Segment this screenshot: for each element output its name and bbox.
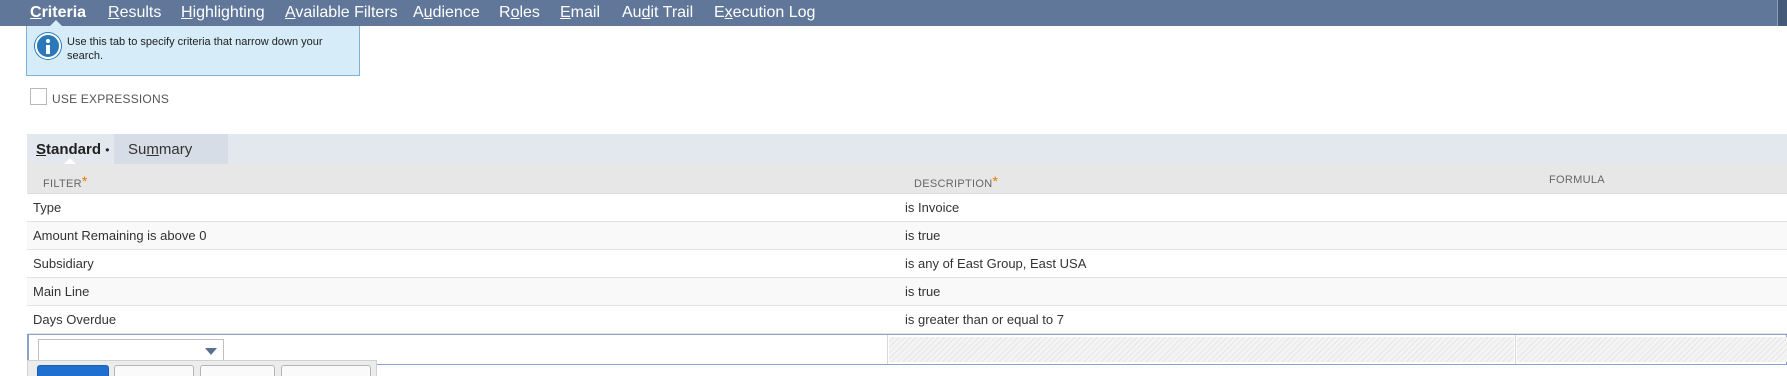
grid-header: FILTER* DESCRIPTION* FORMULA (27, 164, 1787, 194)
info-message-text: Use this tab to specify criteria that na… (67, 36, 323, 62)
tab-available-filters-accesskey: A (285, 4, 296, 21)
info-message: Use this tab to specify criteria that na… (26, 26, 360, 76)
description-cell: is true (905, 228, 941, 243)
column-header-description: DESCRIPTION* (914, 173, 999, 190)
subtab-summary-label: mary (158, 141, 193, 158)
tab-execution-log-label: ecution Log (732, 4, 816, 21)
column-header-formula-label: FORMULA (1549, 174, 1605, 186)
required-marker: * (81, 173, 88, 189)
tab-audience-pre: A (413, 4, 424, 21)
tab-email-accesskey: E (560, 4, 571, 21)
action-button[interactable] (200, 365, 275, 376)
action-button[interactable] (114, 365, 194, 376)
tab-audience-accesskey: u (423, 4, 433, 21)
top-tab-bar: Criteria Results Highlighting Available … (0, 0, 1787, 26)
use-expressions-label: USE EXPRESSIONS (52, 92, 170, 106)
tab-highlighting-label: ighlighting (192, 4, 265, 21)
table-row[interactable]: Main Line is true (27, 278, 1787, 306)
column-divider (1515, 335, 1516, 364)
tab-criteria-label: riteria (41, 4, 87, 21)
tab-execution-log[interactable]: Execution Log (714, 4, 815, 22)
column-header-filter-label: FILTER (43, 178, 82, 190)
table-row[interactable]: Subsidiary is any of East Group, East US… (27, 250, 1787, 278)
filter-cell: Subsidiary (33, 256, 94, 271)
tab-roles[interactable]: Roles (499, 4, 540, 22)
subtab-summary-accesskey: m (146, 141, 159, 158)
filter-cell: Type (33, 200, 62, 215)
criteria-grid: FILTER* DESCRIPTION* FORMULA Type is Inv… (27, 164, 1787, 365)
description-cell: is greater than or equal to 7 (905, 312, 1064, 327)
subtab-standard-accesskey: S (36, 141, 47, 158)
tab-highlighting-accesskey: H (181, 4, 193, 21)
tab-results[interactable]: Results (108, 4, 161, 22)
tab-audience-label: dience (432, 4, 480, 21)
tab-email-label: mail (570, 4, 601, 21)
filter-cell: Main Line (33, 284, 90, 299)
subtab-standard-dot: • (105, 143, 110, 157)
tab-audit-trail[interactable]: Audit Trail (622, 4, 693, 22)
column-header-description-label: DESCRIPTION (914, 178, 993, 190)
subtab-standard[interactable]: Standard • (36, 141, 109, 158)
description-cell-disabled (889, 337, 1514, 362)
chevron-down-icon[interactable] (205, 348, 217, 355)
column-header-formula: FORMULA (1549, 174, 1605, 186)
tab-results-label: esults (119, 4, 162, 21)
tab-email[interactable]: Email (560, 4, 600, 22)
description-cell: is true (905, 284, 941, 299)
use-expressions-checkbox[interactable] (30, 88, 47, 105)
tab-available-filters-label: vailable Filters (295, 4, 398, 21)
column-divider (887, 335, 888, 364)
tab-audience[interactable]: Audience (413, 4, 480, 22)
tab-roles-pre: R (499, 4, 511, 21)
description-cell: is any of East Group, East USA (905, 256, 1087, 271)
tab-criteria-accesskey: C (30, 4, 42, 21)
grid-button-row (27, 360, 377, 376)
filter-cell: Days Overdue (33, 312, 117, 327)
formula-cell-disabled (1517, 337, 1787, 362)
table-row[interactable]: Amount Remaining is above 0 is true (27, 222, 1787, 250)
filter-select[interactable] (38, 339, 224, 362)
tab-audit-trail-label: it Trail (650, 4, 694, 21)
subtab-standard-label: tandard (46, 141, 102, 158)
tab-available-filters[interactable]: Available Filters (285, 4, 398, 22)
tab-results-accesskey: R (108, 4, 120, 21)
info-icon (35, 33, 61, 59)
tab-execution-log-accesskey: x (724, 4, 733, 21)
subtab-summary[interactable]: Summary (128, 141, 192, 158)
tab-audit-trail-pre: Au (622, 4, 642, 21)
column-header-filter: FILTER* (43, 173, 88, 190)
tab-highlighting[interactable]: Highlighting (181, 4, 265, 22)
filter-cell: Amount Remaining is above 0 (33, 228, 207, 243)
required-marker: * (992, 173, 999, 189)
panel-edge-icon[interactable] (1777, 0, 1787, 26)
table-row[interactable]: Type is Invoice (27, 194, 1787, 222)
action-button[interactable] (281, 365, 371, 376)
primary-action-button[interactable] (37, 365, 109, 376)
criteria-subtab-strip: Standard • Summary (27, 134, 1787, 164)
subtab-summary-pre: Su (128, 141, 147, 158)
description-cell: is Invoice (905, 200, 960, 215)
tab-execution-log-pre: E (714, 4, 725, 21)
tab-roles-label: les (519, 4, 540, 21)
table-row[interactable]: Days Overdue is greater than or equal to… (27, 306, 1787, 334)
